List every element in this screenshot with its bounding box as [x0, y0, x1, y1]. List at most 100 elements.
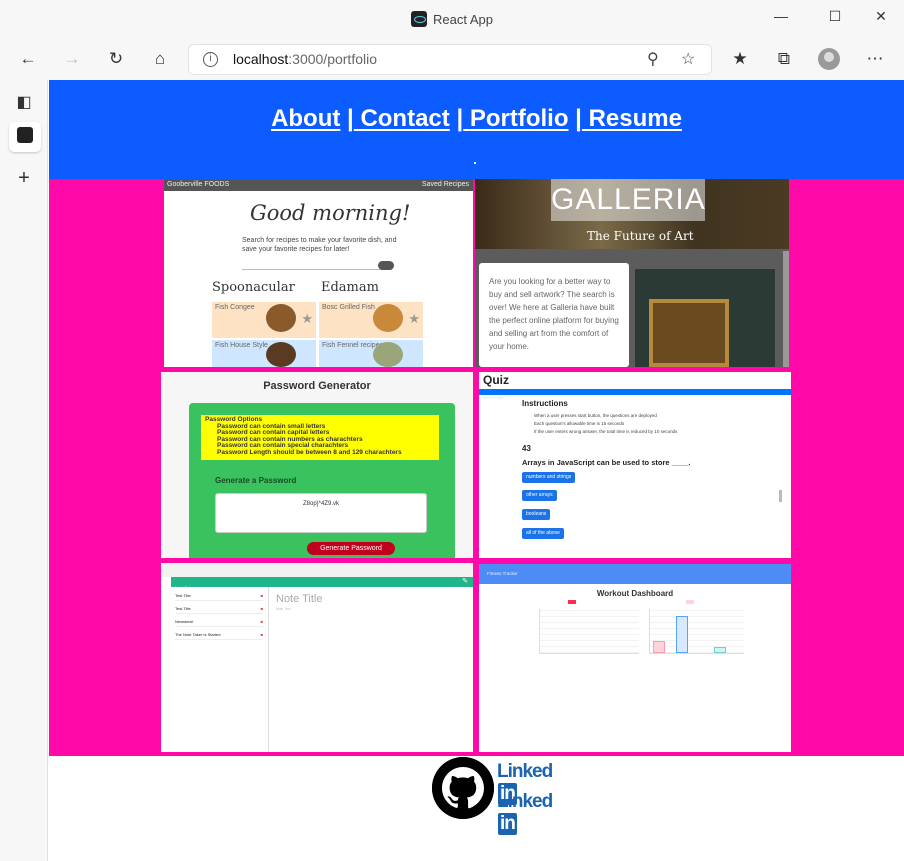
- vertical-tabs-sidebar: [0, 80, 48, 861]
- quiz-timer: 43: [522, 444, 531, 453]
- recipes-bar-right: Saved Recipes: [421, 181, 469, 188]
- recipes-search[interactable]: [242, 263, 392, 270]
- title-bar: React App — ☐ ✕: [0, 0, 904, 40]
- address-host: localhost: [233, 51, 289, 67]
- note-item-title: Newsbeat: [175, 619, 193, 624]
- pw-card: Password Options Password can contain sm…: [189, 403, 455, 558]
- add-favorite-icon[interactable]: ☆: [681, 45, 695, 74]
- recipes-heading: Good morning!: [250, 201, 411, 225]
- pw-options: Password Options Password can contain sm…: [201, 415, 439, 460]
- home-icon[interactable]: ⌂: [148, 48, 172, 72]
- pw-generate-button[interactable]: Generate Password: [307, 542, 395, 555]
- quiz-answer[interactable]: other arrays: [522, 490, 557, 501]
- nav-contact[interactable]: | Contact: [347, 105, 450, 132]
- workout-bar-chart: [649, 600, 744, 654]
- maximize-button[interactable]: ☐: [820, 8, 850, 30]
- linkedin-word: Linked: [497, 761, 553, 782]
- zoom-icon[interactable]: ⚲: [647, 45, 659, 74]
- nav-resume[interactable]: | Resume: [575, 105, 682, 132]
- react-tab-icon[interactable]: [13, 125, 37, 149]
- workout-title: Workout Dashboard: [596, 589, 674, 598]
- recipes-bar-title: Gooberville FOODS: [167, 181, 230, 188]
- pw-output[interactable]: Z8op}*4Z9.vk: [215, 493, 427, 533]
- chart-bar: [676, 616, 688, 653]
- nav-separator: |: [575, 105, 582, 132]
- recipe-card-title: Fish House Style: [215, 342, 268, 349]
- note-header: Note Taker ✎: [171, 577, 473, 590]
- recipe-card-title: Bosc Grilled Fish: [322, 304, 375, 311]
- note-title-input[interactable]: Note Title: [276, 593, 322, 605]
- project-note-taker[interactable]: Note Taker ✎ Test Title ■ Test Title ■ News…: [161, 563, 473, 752]
- galleria-scrollbar[interactable]: [783, 251, 789, 367]
- note-item-title: The Note Taker Is Started: [175, 632, 221, 637]
- favorite-star-icon[interactable]: ★: [301, 311, 313, 327]
- nav-about[interactable]: About: [271, 105, 340, 132]
- note-browser-bar: [161, 563, 473, 577]
- recipe-card[interactable]: Fish House Style: [212, 340, 316, 367]
- project-galleria[interactable]: GALLERIA The Future of Art Are you looki…: [475, 179, 789, 367]
- more-icon[interactable]: ⋯: [863, 48, 887, 72]
- recipe-card[interactable]: Fish Fennel recipes: [319, 340, 423, 367]
- pw-generate-heading: Generate a Password: [215, 476, 297, 485]
- back-icon[interactable]: ←: [16, 48, 40, 72]
- project-workout-dashboard[interactable]: Fitness Tracker Workout Dashboard: [479, 564, 791, 752]
- recipes-col2: Edamam: [321, 280, 379, 295]
- github-icon[interactable]: [432, 757, 494, 819]
- quiz-answer[interactable]: numbers and strings: [522, 472, 576, 483]
- quiz-answer[interactable]: all of the above: [522, 528, 564, 539]
- delete-icon[interactable]: ■: [261, 632, 263, 637]
- note-item[interactable]: The Note Taker Is Started ■: [175, 632, 263, 640]
- linkedin-icon[interactable]: Linkedin: [497, 791, 555, 835]
- quiz-question: Arrays in JavaScript can be used to stor…: [522, 458, 691, 467]
- recipe-card[interactable]: Fish Congee ★: [212, 302, 316, 338]
- favorites-icon[interactable]: ★: [728, 48, 752, 72]
- note-text-input[interactable]: Note Text: [276, 607, 291, 611]
- quiz-title: Quiz: [483, 373, 509, 387]
- react-logo-icon: [411, 11, 427, 27]
- address-bar[interactable]: i localhost:3000/portfolio ⚲ ☆: [188, 44, 712, 75]
- tabs-icon[interactable]: ◧: [12, 91, 36, 115]
- legend-swatch: [568, 600, 576, 604]
- quiz-answer[interactable]: booleans: [522, 509, 551, 520]
- quiz-instruction: Each question's allowable time is 15 sec…: [534, 421, 625, 426]
- header-dot: [474, 162, 476, 164]
- recipes-col1: Spoonacular: [212, 280, 295, 295]
- recipe-card[interactable]: Bosc Grilled Fish ★: [319, 302, 423, 338]
- delete-icon[interactable]: ■: [261, 606, 263, 611]
- note-item-title: Test Title: [175, 606, 191, 611]
- project-recipes[interactable]: Gooberville FOODS Saved Recipes Good morn…: [164, 179, 473, 367]
- forward-icon[interactable]: →: [60, 48, 84, 72]
- profile-icon[interactable]: [818, 48, 840, 70]
- main-nav: About | Contact | Portfolio | Resume: [49, 105, 904, 133]
- delete-icon[interactable]: ■: [261, 593, 263, 598]
- info-icon[interactable]: i: [203, 52, 218, 67]
- quiz-scrollbar[interactable]: [779, 490, 782, 502]
- recipes-search-button[interactable]: [378, 261, 394, 270]
- linkedin-icon[interactable]: Linkedin: [497, 761, 555, 805]
- minimize-button[interactable]: —: [766, 8, 796, 30]
- recipe-image: [266, 304, 296, 332]
- delete-icon[interactable]: ■: [261, 619, 263, 624]
- quiz-instructions: When a user presses start button, the qu…: [534, 412, 677, 436]
- note-item[interactable]: Test Title ■: [175, 593, 263, 601]
- portfolio-grid: Gooberville FOODS Saved Recipes Good morn…: [49, 179, 904, 756]
- project-quiz[interactable]: Quiz View Scores Instructions When a use…: [479, 372, 791, 558]
- chart-bar: [714, 647, 726, 653]
- note-item[interactable]: Newsbeat ■: [175, 619, 263, 627]
- recipes-bar: Gooberville FOODS Saved Recipes: [164, 179, 473, 191]
- favorite-star-icon[interactable]: ★: [408, 311, 420, 327]
- nav-portfolio[interactable]: | Portfolio: [456, 105, 568, 132]
- project-password-generator[interactable]: Password Generator Password Options Pass…: [161, 372, 473, 558]
- site-header: About | Contact | Portfolio | Resume: [49, 80, 904, 179]
- quiz-instruction: When a user presses start button, the qu…: [534, 413, 657, 418]
- quiz-bar-label[interactable]: View Scores: [479, 395, 503, 400]
- note-item[interactable]: Test Title ■: [175, 606, 263, 614]
- workout-line-chart: [539, 600, 639, 654]
- collections-icon[interactable]: ⧉: [772, 48, 796, 72]
- add-tab-icon[interactable]: +: [12, 166, 36, 190]
- refresh-icon[interactable]: ↻: [104, 48, 128, 72]
- close-button[interactable]: ✕: [866, 8, 896, 30]
- pencil-icon[interactable]: ✎: [462, 577, 468, 585]
- linkedin-word: Linked: [497, 791, 553, 812]
- nav-contact-label: Contact: [360, 105, 450, 132]
